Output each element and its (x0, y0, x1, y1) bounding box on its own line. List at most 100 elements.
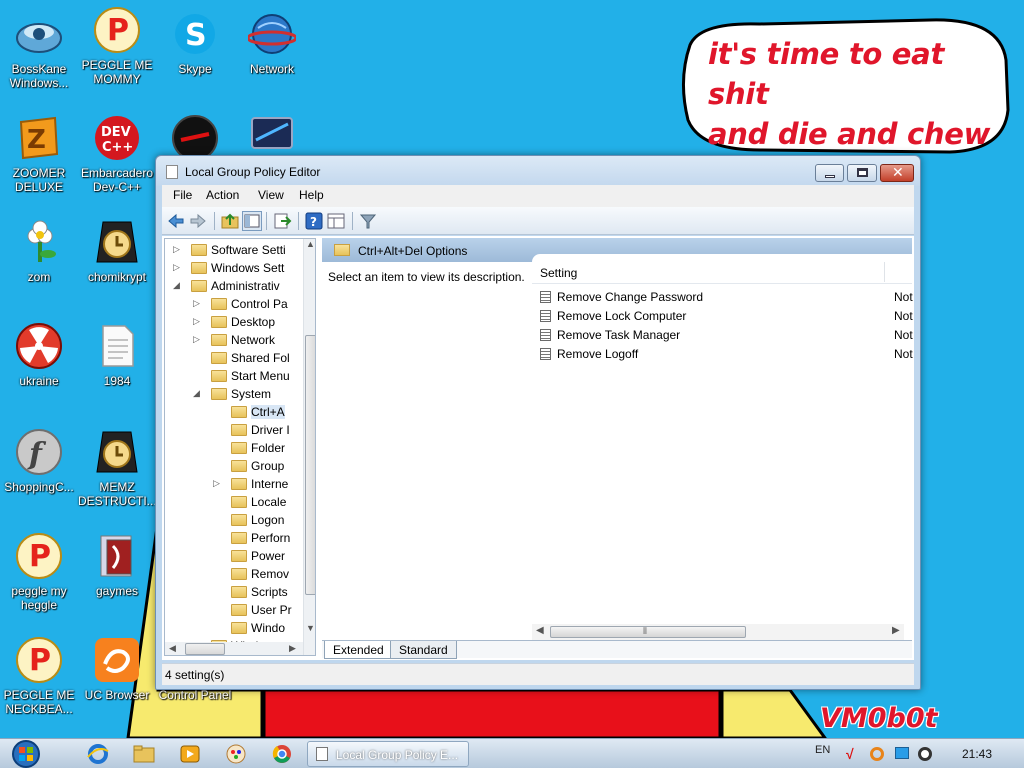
desktop-icon-network[interactable]: Network (233, 10, 311, 76)
policy-app-icon (166, 165, 178, 179)
minimize-button[interactable] (815, 164, 844, 182)
tab-standard[interactable]: Standard (390, 641, 457, 659)
collapsed-arrow-icon[interactable]: ▷ (193, 298, 203, 310)
scroll-down-arrow-icon[interactable]: ▼ (306, 623, 315, 633)
expanded-arrow-icon[interactable]: ◢ (173, 280, 183, 292)
menu-view[interactable]: View (258, 188, 284, 202)
scrollbar-thumb[interactable] (185, 643, 225, 655)
extended-view-button[interactable] (326, 211, 346, 231)
collapsed-arrow-icon[interactable]: ▷ (173, 262, 183, 274)
tree-item[interactable]: ▷ Windows Sett (165, 259, 305, 277)
menu-action[interactable]: Action (206, 188, 239, 202)
desktop-icon-ukraine[interactable]: ukraine (0, 322, 78, 388)
tree-item[interactable]: ▷ Control Pa (165, 295, 305, 313)
desktop-icon-peggle-my-heggle[interactable]: P peggle my heggle (0, 532, 78, 612)
horizontal-scrollbar[interactable]: ◀ ⦀ ▶ (532, 624, 904, 640)
taskbar-media-button[interactable] (178, 743, 202, 765)
tree-item[interactable]: Perforn (165, 529, 305, 547)
desktop-icon-skype[interactable]: S Skype (156, 10, 234, 76)
scroll-left-arrow-icon[interactable]: ◀ (169, 643, 176, 654)
show-hide-tree-button[interactable] (242, 211, 262, 231)
scroll-right-arrow-icon[interactable]: ▶ (892, 625, 900, 636)
menu-help[interactable]: Help (299, 188, 324, 202)
scrollbar-thumb[interactable]: ⦀ (550, 626, 746, 638)
desktop-icon-gaymes[interactable]: gaymes (78, 532, 156, 598)
tree-item[interactable]: Driver I (165, 421, 305, 439)
policy-row[interactable]: Remove Task Manager Not (532, 325, 913, 344)
taskbar-chrome-button[interactable] (270, 743, 294, 765)
tray-search-icon[interactable] (870, 747, 884, 761)
policy-state: Not (894, 328, 913, 342)
tray-antivirus-icon[interactable]: √ (846, 746, 860, 762)
tree-item[interactable]: Logon (165, 511, 305, 529)
tree-item[interactable]: ▷ Software Setti (165, 241, 305, 259)
tray-network-icon[interactable] (895, 747, 909, 759)
desktop-icon-zom[interactable]: zom (0, 218, 78, 284)
taskbar-group-policy-button[interactable]: Local Group Policy E... (307, 741, 469, 767)
desktop-icon-shoppingc[interactable]: f ShoppingC... (0, 428, 78, 494)
tree-item[interactable]: Ctrl+A (165, 403, 305, 421)
tree-item[interactable]: User Pr (165, 601, 305, 619)
collapsed-arrow-icon[interactable]: ▷ (193, 334, 203, 346)
column-separator[interactable] (884, 262, 885, 282)
policy-row[interactable]: Remove Lock Computer Not (532, 306, 913, 325)
collapsed-arrow-icon[interactable]: ▷ (213, 478, 223, 490)
horizontal-scrollbar[interactable]: ◀ ▶ (165, 642, 303, 655)
filter-button[interactable] (358, 211, 378, 231)
tree-item[interactable]: Locale (165, 493, 305, 511)
tree-item[interactable]: ▷ Desktop (165, 313, 305, 331)
expanded-arrow-icon[interactable]: ◢ (193, 388, 203, 400)
language-indicator[interactable]: EN (815, 744, 830, 756)
desktop-icon-bosskane[interactable]: BossKane Windows... (0, 10, 78, 90)
tree-item[interactable]: Folder (165, 439, 305, 457)
desktop-icon-uc-browser[interactable]: UC Browser (78, 636, 156, 702)
policy-row[interactable]: Remove Logoff Not (532, 344, 913, 363)
tree-item[interactable]: ▷ Network (165, 331, 305, 349)
taskbar-explorer-button[interactable] (132, 743, 156, 765)
desktop-icon-1984[interactable]: 1984 (78, 322, 156, 388)
start-button[interactable] (6, 740, 46, 768)
close-button[interactable]: ✕ (880, 164, 914, 182)
taskbar-ie-button[interactable] (86, 743, 110, 765)
folder-icon (191, 244, 207, 256)
collapsed-arrow-icon[interactable]: ▷ (173, 244, 183, 256)
clock[interactable]: 21:43 (962, 747, 992, 761)
taskbar-app-button[interactable] (224, 743, 248, 765)
tree-item[interactable]: Power (165, 547, 305, 565)
maximize-button[interactable] (847, 164, 877, 182)
menu-file[interactable]: File (173, 188, 192, 202)
export-list-button[interactable] (272, 211, 292, 231)
scrollbar-thumb[interactable] (305, 335, 315, 595)
desktop-icon-peggle-me-neckbeard[interactable]: P PEGGLE ME NECKBEA... (0, 636, 78, 716)
collapsed-arrow-icon[interactable]: ▷ (193, 316, 203, 328)
vertical-scrollbar[interactable]: ▲ ▼ (303, 239, 315, 655)
desktop-icon-devcpp[interactable]: DEV C++ Embarcadero Dev-C++ (78, 114, 156, 194)
tree-item[interactable]: Scripts (165, 583, 305, 601)
policy-setting-icon (540, 329, 551, 341)
scroll-left-arrow-icon[interactable]: ◀ (536, 625, 544, 636)
up-level-button[interactable] (220, 211, 240, 231)
tree-pane-icon (244, 214, 260, 228)
tray-volume-icon[interactable] (918, 747, 932, 761)
tree-item[interactable]: ◢ Administrativ (165, 277, 305, 295)
back-button[interactable] (166, 211, 186, 231)
desktop-icon-zoomer-deluxe[interactable]: Z ZOOMER DELUXE (0, 114, 78, 194)
tree-item[interactable]: Group (165, 457, 305, 475)
tree-item[interactable]: Windo (165, 619, 305, 637)
desktop-icon-peggle-me-mommy[interactable]: P PEGGLE ME MOMMY (78, 6, 156, 86)
tree-item[interactable]: Start Menu (165, 367, 305, 385)
tree-item[interactable]: Shared Fol (165, 349, 305, 367)
help-button[interactable]: ? (304, 211, 324, 231)
tree-item[interactable]: Remov (165, 565, 305, 583)
tree-item[interactable]: ▷ Interne (165, 475, 305, 493)
desktop-icon-chomikrypt[interactable]: chomikrypt (78, 218, 156, 284)
policy-row[interactable]: Remove Change Password Not (532, 287, 913, 306)
tree-item[interactable]: ◢ System (165, 385, 305, 403)
column-header-setting[interactable]: Setting (540, 266, 577, 280)
tab-extended[interactable]: Extended (324, 641, 393, 659)
title-bar[interactable]: Local Group Policy Editor ✕ (156, 156, 920, 186)
scroll-up-arrow-icon[interactable]: ▲ (306, 239, 315, 249)
scroll-right-arrow-icon[interactable]: ▶ (289, 643, 296, 654)
forward-button[interactable] (188, 211, 208, 231)
desktop-icon-memz[interactable]: MEMZ DESTRUCTI... (78, 428, 157, 508)
